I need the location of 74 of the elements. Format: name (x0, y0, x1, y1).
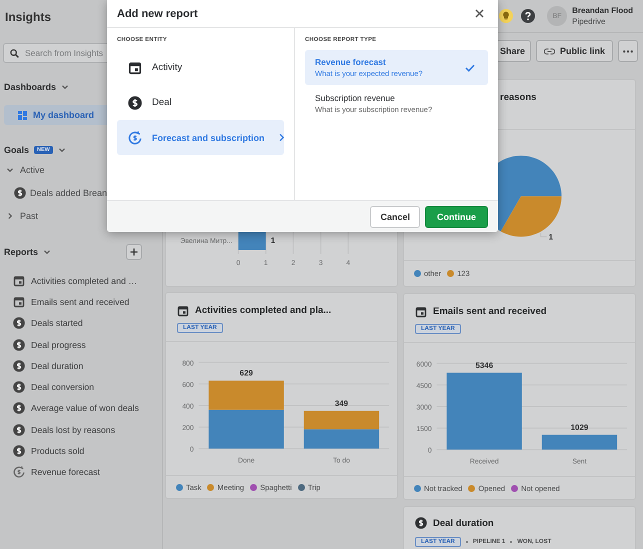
company-name: Pipedrive (572, 16, 606, 27)
report-item[interactable]: Revenue forecast (31, 467, 100, 478)
public-link-button[interactable]: Public link (536, 40, 613, 62)
dollar-icon (13, 317, 25, 330)
report-item[interactable]: Deal progress (31, 340, 86, 350)
section-title: Dashboards (4, 82, 56, 92)
report-item[interactable]: Emails sent and received (31, 296, 130, 307)
search-icon (10, 49, 19, 58)
report-item[interactable]: Activities completed and … (31, 276, 138, 286)
dollar-icon (13, 402, 25, 414)
check-icon (465, 64, 475, 72)
goal-item[interactable]: Deals added Brean (30, 188, 108, 198)
dollar-icon (13, 381, 25, 394)
dollar-icon (13, 424, 25, 436)
data-label: 629 (240, 369, 253, 378)
chevron-icon (278, 133, 284, 142)
card-title: Emails sent and received (433, 306, 547, 318)
dollar-icon (13, 338, 25, 351)
report-item[interactable]: Deals started (31, 318, 83, 328)
calendar-icon (13, 274, 25, 287)
goal-group[interactable]: Active (20, 164, 45, 174)
data-label: 1 (548, 232, 554, 242)
calendar-icon (128, 60, 142, 74)
leader-line (540, 232, 548, 237)
continue-button[interactable]: Continue (425, 206, 488, 228)
report-item[interactable]: Deals lost by reasons (31, 424, 116, 435)
dollar-icon (13, 360, 25, 372)
cycle-dollar-icon (128, 130, 142, 144)
card-title: Activities completed and pla... (195, 305, 332, 316)
data-label: 5346 (476, 361, 494, 370)
section-title: Reports (4, 247, 38, 257)
card-title: reasons (500, 92, 536, 104)
section-title: Goals (4, 145, 30, 155)
dialog-title: Add new report (117, 8, 198, 20)
dashboard-icon (18, 110, 27, 120)
dollar-icon (128, 96, 142, 110)
report-item[interactable]: Deal duration (31, 360, 84, 371)
chevron-icon[interactable] (6, 166, 14, 174)
option-title: Revenue forecast (315, 57, 387, 67)
data-label: 349 (334, 399, 348, 408)
option-title: Subscription revenue (315, 93, 396, 103)
chevron-icon[interactable] (43, 248, 52, 256)
data-label: 1 (270, 236, 276, 246)
cycle-dollar-icon (13, 466, 25, 478)
separator-dot (510, 540, 512, 542)
more-button[interactable] (618, 40, 638, 62)
user-name: Breandan Flood (572, 5, 633, 16)
add-button[interactable] (126, 244, 142, 260)
report-item[interactable]: Average value of won deals (31, 403, 139, 414)
dollar-icon (13, 445, 25, 458)
entity-option[interactable]: Forecast and subscription (117, 120, 284, 155)
report-item[interactable]: Products sold (31, 446, 84, 456)
more-icon (623, 50, 633, 52)
chevron-icon[interactable] (6, 212, 14, 220)
share-button[interactable]: Share (496, 40, 531, 62)
chevron-icon[interactable] (61, 83, 70, 91)
goal-group[interactable]: Past (20, 210, 38, 220)
help-icon[interactable] (521, 9, 536, 23)
plus-icon (130, 248, 138, 256)
card-title: Deal duration (433, 518, 494, 528)
app-title: Insights (5, 10, 52, 24)
separator-dot (466, 540, 468, 542)
link-icon (544, 48, 555, 54)
data-label: 1029 (570, 423, 588, 432)
cancel-button[interactable]: Cancel (370, 206, 420, 228)
calendar-icon (415, 306, 427, 318)
chevron-icon[interactable] (58, 146, 66, 154)
lightbulb-icon[interactable] (499, 9, 514, 23)
close-icon[interactable] (475, 9, 484, 18)
dollar-icon (415, 517, 427, 529)
calendar-icon (177, 304, 189, 317)
calendar-icon (13, 296, 25, 308)
report-item[interactable]: Deal conversion (31, 382, 94, 392)
dollar-icon (14, 186, 26, 198)
